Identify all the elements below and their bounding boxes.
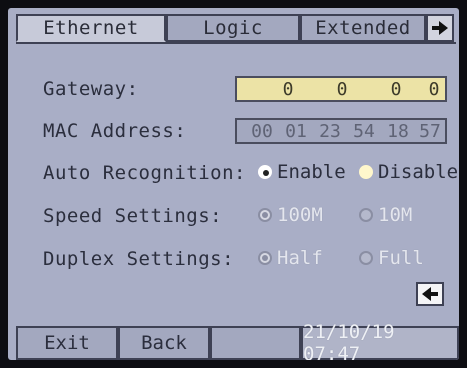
gateway-label: Gateway:	[43, 78, 139, 100]
radio-unselected-icon	[359, 251, 373, 265]
tab-panel-border	[16, 42, 456, 44]
right-arrow-icon	[432, 21, 448, 35]
gateway-octet-4: 0	[428, 78, 440, 100]
mac-byte-3: 23	[319, 120, 341, 142]
empty-button[interactable]	[210, 326, 301, 360]
radio-unselected-icon	[359, 165, 373, 179]
gateway-octet-3: 0	[390, 78, 402, 100]
tab-bar: Ethernet Logic Extended	[8, 8, 459, 44]
auto-recognition-disable-radio[interactable]: Disable	[359, 161, 458, 183]
mac-byte-4: 54	[353, 120, 375, 142]
radio-selected-icon	[258, 208, 272, 222]
duplex-settings-label: Duplex Settings:	[43, 248, 235, 270]
back-button[interactable]: Back	[118, 326, 210, 360]
speed-settings-label: Speed Settings:	[43, 205, 223, 227]
tab-ethernet[interactable]: Ethernet	[16, 14, 166, 42]
radio-selected-icon	[258, 251, 272, 265]
mac-byte-2: 01	[285, 120, 307, 142]
mac-byte-6: 57	[419, 120, 441, 142]
gateway-octet-1: 0	[282, 78, 294, 100]
tab-logic[interactable]: Logic	[166, 14, 300, 42]
speed-10m-radio[interactable]: 10M	[359, 204, 412, 226]
tab-extended[interactable]: Extended	[300, 14, 426, 42]
duplex-full-label: Full	[378, 247, 424, 269]
mac-byte-1: 00	[251, 120, 273, 142]
enable-label: Enable	[277, 161, 346, 183]
ethernet-settings-screen: Ethernet Logic Extended Gateway: 0 0 0 0…	[8, 8, 459, 360]
gateway-field[interactable]: 0 0 0 0	[235, 76, 447, 102]
duplex-full-radio[interactable]: Full	[359, 247, 424, 269]
next-tab-button[interactable]	[426, 14, 454, 42]
mac-address-field: 00 01 23 54 18 57	[235, 118, 447, 144]
back-arrow-button[interactable]	[416, 282, 444, 306]
bottom-bar: Exit Back 21/10/19 07:47	[8, 321, 459, 360]
auto-recognition-label: Auto Recognition:	[43, 162, 246, 184]
left-arrow-icon	[422, 287, 438, 301]
mac-byte-5: 18	[387, 120, 409, 142]
gateway-octet-2: 0	[336, 78, 348, 100]
radio-unselected-icon	[359, 208, 373, 222]
mac-address-label: MAC Address:	[43, 120, 187, 142]
date-time-display: 21/10/19 07:47	[301, 321, 459, 360]
speed-100m-radio[interactable]: 100M	[258, 204, 323, 226]
duplex-half-label: Half	[277, 247, 323, 269]
speed-10m-label: 10M	[378, 204, 413, 226]
exit-button[interactable]: Exit	[16, 326, 118, 360]
auto-recognition-enable-radio[interactable]: Enable	[258, 161, 346, 183]
radio-selected-icon	[258, 165, 272, 179]
duplex-half-radio[interactable]: Half	[258, 247, 323, 269]
disable-label: Disable	[378, 161, 459, 183]
speed-100m-label: 100M	[277, 204, 323, 226]
